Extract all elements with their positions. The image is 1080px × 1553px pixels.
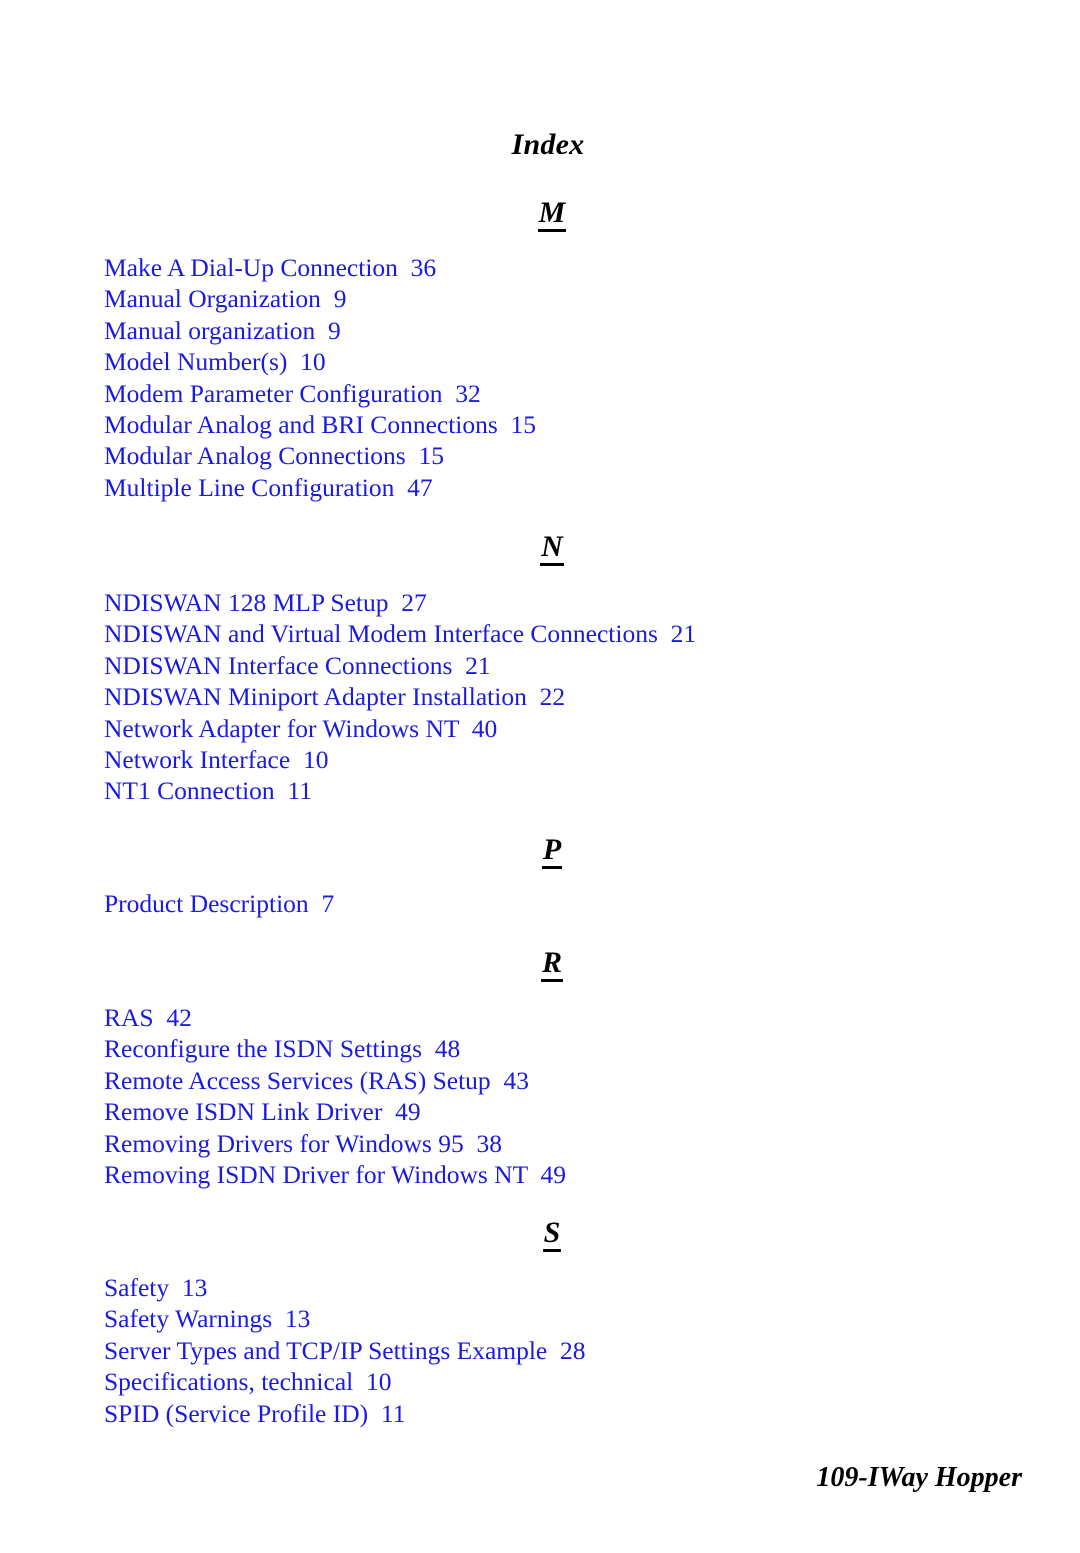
index-entry[interactable]: NT1 Connection 11 <box>104 775 1004 806</box>
index-entry-page-number: 43 <box>503 1065 529 1095</box>
index-entry-page-number: 42 <box>166 1003 192 1032</box>
index-entry[interactable]: NDISWAN Interface Connections 21 <box>104 650 1004 681</box>
index-entry-group: RAS 42 Reconfigure the ISDN Settings 48 Re… <box>104 1002 1004 1190</box>
section-letter-glyph: N <box>540 532 564 566</box>
index-entry[interactable]: Modular Analog Connections 15 <box>104 440 1004 471</box>
index-entry[interactable]: Make A Dial-Up Connection 36 <box>104 252 1004 283</box>
index-entry-title: Safety <box>104 1273 170 1302</box>
index-entry-page-number: 21 <box>670 619 697 649</box>
index-entry-title: Model Number(s) <box>104 347 288 377</box>
index-entry-title: SPID (Service Profile ID) <box>104 1398 369 1428</box>
index-entry-page-number: 15 <box>418 441 444 471</box>
index-entry-title: Server Types and TCP/IP Settings Example <box>104 1335 548 1365</box>
index-entry[interactable]: NDISWAN 128 MLP Setup 27 <box>104 587 1004 618</box>
section-letter-glyph: S <box>542 1218 562 1252</box>
section-letter-glyph: R <box>540 948 563 982</box>
section-letter-glyph: M <box>537 198 567 232</box>
index-entry-title: Removing Drivers for Windows 95 <box>104 1128 464 1158</box>
index-entry[interactable]: Modem Parameter Configuration 32 <box>104 378 1004 409</box>
index-entry[interactable]: Product Description 7 <box>104 888 1004 919</box>
index-entry-page-number: 27 <box>401 588 427 617</box>
index-entry-page-number: 11 <box>380 1398 406 1428</box>
index-entry-title: NT1 Connection <box>104 776 275 806</box>
index-entry-title: NDISWAN 128 MLP Setup <box>104 588 389 617</box>
index-entry[interactable]: Safety Warnings 13 <box>104 1303 1004 1334</box>
index-entry[interactable]: Removing ISDN Driver for Windows NT 49 <box>104 1159 1004 1190</box>
index-entry[interactable]: NDISWAN Miniport Adapter Installation 22 <box>104 681 1004 712</box>
index-entry-title: Manual Organization <box>104 284 321 314</box>
section-letter-n: N <box>0 530 1080 566</box>
index-entry[interactable]: Removing Drivers for Windows 95 38 <box>104 1128 1004 1159</box>
index-entry-title: Specifications, technical <box>104 1367 354 1397</box>
index-entry-page-number: 10 <box>300 347 326 377</box>
index-entry-page-number: 48 <box>434 1034 461 1064</box>
index-entry-group: Safety 13 Safety Warnings 13 Server Types … <box>104 1272 1004 1429</box>
index-entry[interactable]: Safety 13 <box>104 1272 1004 1303</box>
index-entry-title: NDISWAN Interface Connections <box>104 650 453 680</box>
index-entry[interactable]: Multiple Line Configuration 47 <box>104 472 1004 503</box>
index-entry-page-number: 10 <box>302 745 329 775</box>
index-entry-page-number: 21 <box>465 650 491 680</box>
index-entry-page-number: 49 <box>540 1160 566 1190</box>
index-entry-group: NDISWAN 128 MLP Setup 27 NDISWAN and Virt… <box>104 587 1004 807</box>
index-entry-page-number: 22 <box>539 682 566 712</box>
index-entry-page-number: 49 <box>395 1097 421 1127</box>
index-entry-page-number: 47 <box>407 472 433 502</box>
page-title: Index <box>511 128 585 161</box>
index-entry-title: Remote Access Services (RAS) Setup <box>104 1065 491 1095</box>
index-entry-page-number: 13 <box>284 1304 311 1334</box>
index-entry[interactable]: Remote Access Services (RAS) Setup 43 <box>104 1065 1004 1096</box>
index-entry-page-number: 38 <box>476 1128 502 1158</box>
index-entry-page-number: 9 <box>333 284 347 314</box>
index-entry-page-number: 10 <box>366 1367 392 1397</box>
index-entry-group: Product Description 7 <box>104 888 1004 919</box>
index-entry-title: Network Interface <box>104 745 291 775</box>
index-entry-title: Safety Warnings <box>104 1304 273 1334</box>
index-entry-page-number: 11 <box>287 776 312 806</box>
index-entry-page-number: 13 <box>181 1273 208 1302</box>
index-entry-title: NDISWAN and Virtual Modem Interface Conn… <box>104 619 658 649</box>
index-entry-page-number: 36 <box>410 253 437 282</box>
index-entry-page-number: 32 <box>455 378 481 408</box>
index-entry-title: NDISWAN Miniport Adapter Installation <box>104 682 527 712</box>
index-entry-page-number: 9 <box>328 315 341 345</box>
section-letter-glyph: P <box>541 835 563 869</box>
index-entry-title: RAS <box>104 1003 154 1032</box>
index-entry-title: Product Description <box>104 889 309 918</box>
index-entry-group: Make A Dial-Up Connection 36 Manual Organ… <box>104 252 1004 503</box>
section-letter-p: P <box>0 833 1080 869</box>
index-entry[interactable]: Manual organization 9 <box>104 315 1004 346</box>
index-entry[interactable]: Specifications, technical 10 <box>104 1366 1004 1397</box>
index-page: Index M Make A Dial-Up Connection 36 Manua… <box>0 0 1080 1553</box>
section-letter-r: R <box>0 946 1080 982</box>
index-entry-title: Remove ISDN Link Driver <box>104 1097 383 1127</box>
index-entry[interactable]: Network Interface 10 <box>104 744 1004 775</box>
index-entry[interactable]: Server Types and TCP/IP Settings Example… <box>104 1335 1004 1366</box>
index-entry[interactable]: Remove ISDN Link Driver 49 <box>104 1096 1004 1127</box>
index-entry-title: Reconfigure the ISDN Settings <box>104 1034 422 1064</box>
index-entry-page-number: 28 <box>560 1335 586 1365</box>
index-entry[interactable]: Manual Organization 9 <box>104 283 1004 314</box>
index-entry-page-number: 40 <box>471 713 498 743</box>
index-entry-page-number: 15 <box>510 410 537 440</box>
index-entry[interactable]: Reconfigure the ISDN Settings 48 <box>104 1033 1004 1064</box>
index-entry[interactable]: NDISWAN and Virtual Modem Interface Conn… <box>104 618 1004 649</box>
index-entry-page-number: 7 <box>321 889 335 918</box>
index-entry[interactable]: RAS 42 <box>104 1002 1004 1033</box>
index-entry[interactable]: SPID (Service Profile ID) 11 <box>104 1398 1004 1429</box>
index-entry-title: Modular Analog and BRI Connections <box>104 410 498 440</box>
section-letter-m: M <box>0 196 1080 232</box>
index-entry-title: Make A Dial-Up Connection <box>104 253 398 282</box>
index-entry-title: Network Adapter for Windows NT <box>104 713 459 743</box>
section-letter-s: S <box>0 1216 1080 1252</box>
index-entry[interactable]: Modular Analog and BRI Connections 15 <box>104 409 1004 440</box>
index-entry-title: Modem Parameter Configuration <box>104 378 443 408</box>
index-entry[interactable]: Network Adapter for Windows NT 40 <box>104 713 1004 744</box>
page-footer: 109-IWay Hopper <box>816 1462 1022 1493</box>
index-entry-title: Removing ISDN Driver for Windows NT <box>104 1160 528 1190</box>
index-entry-title: Multiple Line Configuration <box>104 472 395 502</box>
index-entry-title: Manual organization <box>104 315 316 345</box>
index-entry[interactable]: Model Number(s) 10 <box>104 346 1004 377</box>
index-entry-title: Modular Analog Connections <box>104 441 406 471</box>
